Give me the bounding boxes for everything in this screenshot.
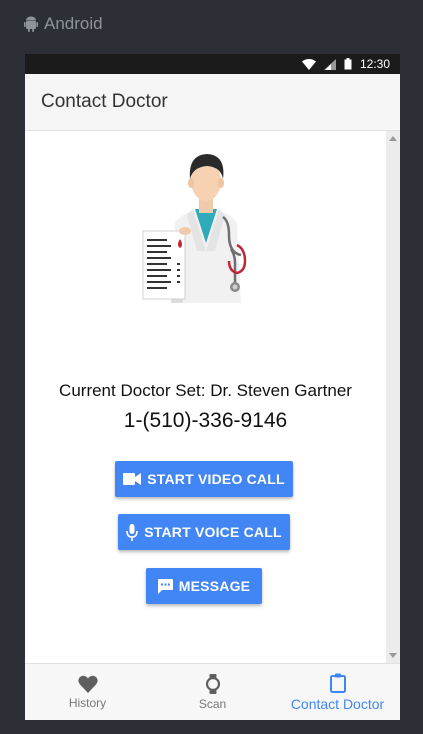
nav-label-contact-doctor: Contact Doctor: [290, 695, 385, 712]
wifi-icon: [301, 58, 316, 70]
start-video-call-button[interactable]: START VIDEO CALL: [115, 461, 293, 497]
message-label: MESSAGE: [178, 578, 251, 594]
phone-screen: 12:30 Contact Doctor Current Doctor Set:…: [25, 54, 400, 720]
android-icon: [24, 16, 38, 32]
chat-icon: [157, 578, 173, 594]
message-button[interactable]: MESSAGE: [146, 568, 262, 604]
scroll-up-arrow[interactable]: [389, 136, 397, 141]
scroll-down-arrow[interactable]: [389, 653, 397, 658]
doctor-illustration: [142, 154, 247, 303]
watch-icon: [205, 673, 220, 694]
heart-icon: [77, 675, 98, 693]
start-voice-call-label: START VOICE CALL: [144, 524, 282, 540]
current-doctor-label: Current Doctor Set: Dr. Steven Gartner: [59, 381, 352, 400]
status-bar: 12:30: [25, 54, 400, 74]
nav-item-history[interactable]: History: [25, 664, 150, 720]
signal-icon: [323, 58, 336, 70]
nav-label-history: History: [68, 695, 107, 710]
start-video-call-label: START VIDEO CALL: [147, 471, 285, 487]
app-bar: Contact Doctor: [25, 74, 400, 131]
start-voice-call-button[interactable]: START VOICE CALL: [118, 514, 290, 550]
nav-item-contact-doctor[interactable]: Contact Doctor: [275, 664, 400, 720]
videocam-icon: [123, 473, 142, 485]
clipboard-icon: [329, 673, 346, 693]
scrollbar[interactable]: [386, 131, 400, 663]
content-area: Current Doctor Set: Dr. Steven Gartner 1…: [25, 131, 400, 663]
nav-label-scan: Scan: [198, 696, 227, 711]
page-title: Contact Doctor: [41, 91, 168, 112]
emulator-label: Android: [44, 14, 103, 33]
emulator-header: Android: [24, 12, 103, 36]
bottom-navigation: History Scan Contact Doctor: [25, 663, 400, 720]
nav-item-scan[interactable]: Scan: [150, 664, 275, 720]
doctor-phone-number: 1-(510)-336-9146: [123, 409, 288, 432]
mic-icon: [126, 523, 139, 541]
status-time: 12:30: [359, 57, 390, 71]
battery-icon: [344, 58, 352, 70]
